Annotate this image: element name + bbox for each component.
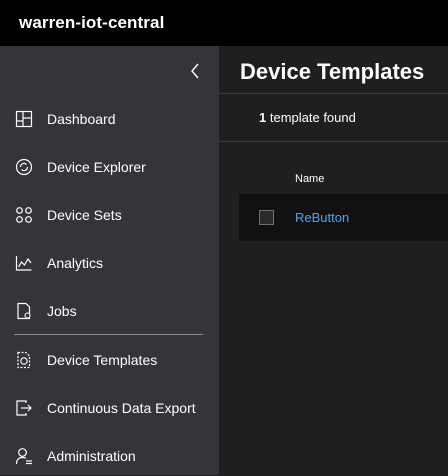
sidebar-item-label: Dashboard — [47, 111, 116, 127]
count-divider — [219, 141, 448, 142]
sidebar-item-device-sets[interactable]: Device Sets — [0, 195, 219, 235]
sidebar-item-label: Jobs — [47, 303, 77, 319]
device-templates-icon — [15, 351, 33, 369]
sidebar-item-label: Device Explorer — [47, 159, 146, 175]
sidebar-item-device-explorer[interactable]: Device Explorer — [0, 147, 219, 187]
app-title[interactable]: warren-iot-central — [19, 13, 164, 33]
dashboard-icon — [15, 110, 33, 128]
sidebar-item-administration[interactable]: Administration — [0, 436, 219, 476]
table-row[interactable]: ReButton — [239, 194, 448, 241]
device-explorer-icon — [15, 158, 33, 176]
analytics-icon — [15, 254, 33, 272]
sidebar-item-label: Continuous Data Export — [47, 400, 196, 416]
sidebar-divider — [14, 334, 203, 335]
collapse-sidebar-button[interactable] — [186, 60, 204, 82]
sidebar-item-jobs[interactable]: Jobs — [0, 291, 219, 331]
sidebar-item-device-templates[interactable]: Device Templates — [0, 340, 219, 380]
sidebar-item-dashboard[interactable]: Dashboard — [0, 99, 219, 139]
chevron-left-icon — [191, 63, 199, 79]
data-export-icon — [15, 399, 33, 417]
device-sets-icon — [15, 206, 33, 224]
sidebar-item-label: Administration — [47, 448, 136, 464]
top-bar: warren-iot-central — [0, 0, 448, 46]
main-content: Device Templates 1 template found Name R… — [219, 46, 448, 475]
sidebar-item-analytics[interactable]: Analytics — [0, 243, 219, 283]
template-count: 1 template found — [259, 110, 356, 125]
template-name-link[interactable]: ReButton — [295, 210, 349, 225]
administration-icon — [15, 447, 33, 465]
row-checkbox[interactable] — [259, 210, 274, 225]
column-header-name[interactable]: Name — [295, 173, 324, 185]
sidebar-item-label: Analytics — [47, 255, 104, 271]
sidebar-item-label: Device Sets — [47, 207, 122, 223]
sidebar-item-continuous-data-export[interactable]: Continuous Data Export — [0, 388, 219, 428]
page-title: Device Templates — [240, 59, 425, 84]
sidebar: Dashboard Device Explorer Device Sets An… — [0, 46, 219, 475]
jobs-icon — [15, 302, 33, 320]
sidebar-item-label: Device Templates — [47, 352, 158, 368]
template-count-suffix: template found — [266, 110, 356, 125]
title-divider — [219, 93, 448, 94]
